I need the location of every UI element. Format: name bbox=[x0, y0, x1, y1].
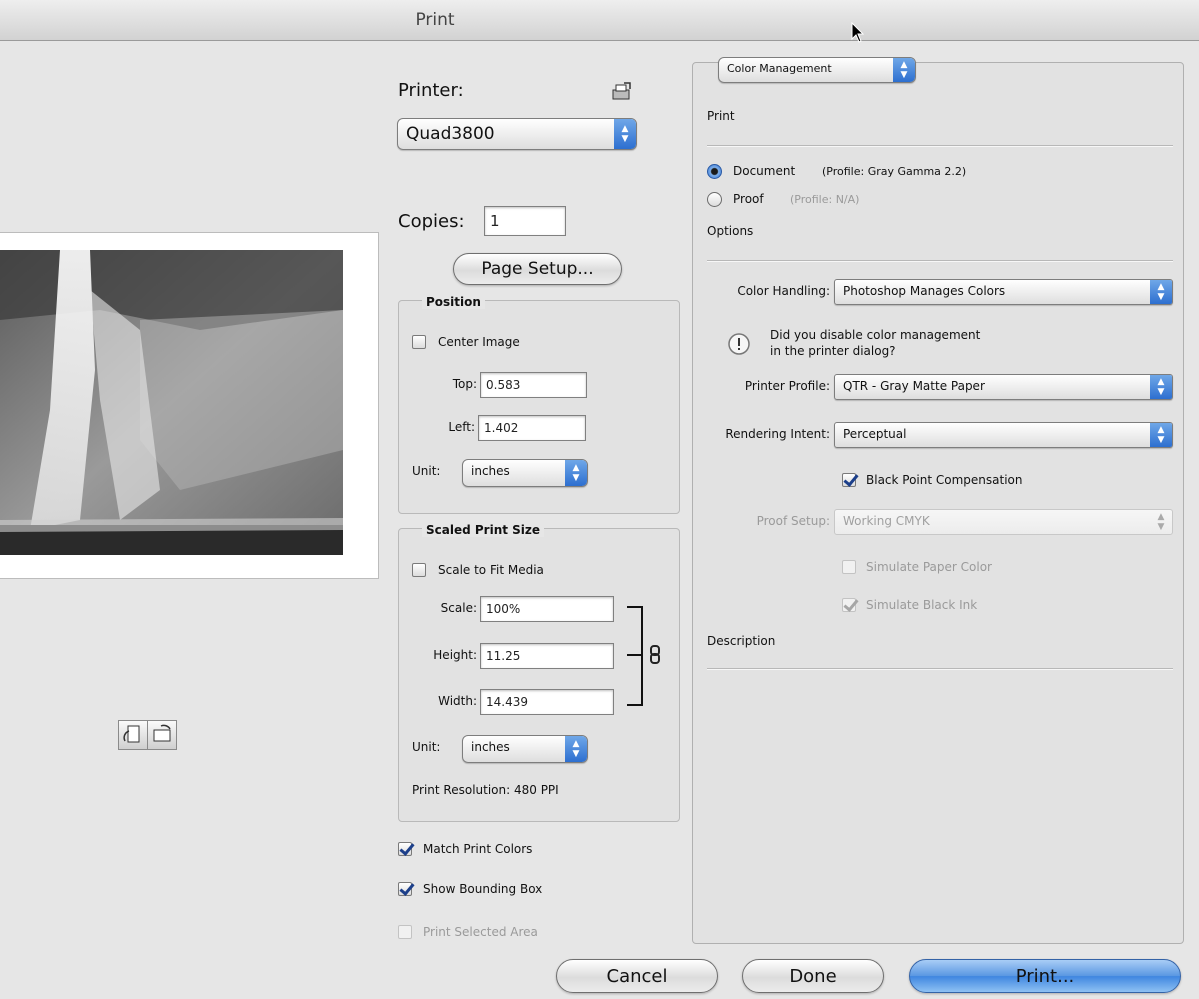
separator bbox=[707, 668, 1173, 670]
simulate-black-ink-label: Simulate Black Ink bbox=[866, 598, 978, 612]
height-input[interactable] bbox=[481, 644, 613, 668]
show-bounding-box-label: Show Bounding Box bbox=[423, 882, 543, 896]
proof-radio[interactable] bbox=[707, 192, 722, 207]
options-section-header: Options bbox=[707, 224, 754, 238]
position-unit-label: Unit: bbox=[412, 464, 441, 478]
scaled-unit-label: Unit: bbox=[412, 740, 441, 754]
popup-arrows-icon: ▲ ▼ bbox=[1150, 375, 1172, 399]
copies-label: Copies: bbox=[398, 211, 465, 232]
center-image-checkbox[interactable] bbox=[412, 335, 426, 349]
position-unit-value: inches bbox=[471, 464, 510, 478]
proof-setup-label: Proof Setup: bbox=[756, 514, 830, 528]
rendering-intent-popup[interactable]: Perceptual ▲ ▼ bbox=[834, 422, 1173, 448]
done-button[interactable]: Done bbox=[742, 959, 884, 993]
scaled-group-title: Scaled Print Size bbox=[422, 523, 545, 537]
preview-image bbox=[0, 250, 343, 555]
print-button[interactable]: Print... bbox=[909, 959, 1181, 993]
proof-profile: (Profile: N/A) bbox=[790, 193, 860, 206]
position-unit-popup[interactable]: inches ▲ ▼ bbox=[462, 459, 588, 487]
chain-link-icon[interactable] bbox=[649, 645, 661, 665]
section-popup[interactable]: Color Management ▲ ▼ bbox=[718, 57, 916, 83]
constrain-bracket-mid bbox=[627, 654, 641, 656]
printer-profile-label: Printer Profile: bbox=[744, 379, 830, 393]
document-profile: (Profile: Gray Gamma 2.2) bbox=[822, 165, 967, 178]
top-label: Top: bbox=[452, 377, 477, 391]
simulate-paper-color-checkbox[interactable] bbox=[842, 560, 856, 574]
print-resolution: Print Resolution: 480 PPI bbox=[412, 783, 559, 797]
rendering-intent-label: Rendering Intent: bbox=[725, 427, 830, 441]
proof-setup-popup[interactable]: Working CMYK ▲ ▼ bbox=[834, 509, 1173, 535]
printer-label: Printer: bbox=[398, 80, 464, 101]
height-label: Height: bbox=[433, 648, 477, 662]
window-title: Print bbox=[415, 10, 455, 30]
scaled-unit-popup[interactable]: inches ▲ ▼ bbox=[462, 735, 588, 763]
width-input[interactable] bbox=[481, 690, 613, 714]
black-point-compensation-checkbox[interactable] bbox=[842, 473, 856, 487]
scaled-unit-value: inches bbox=[471, 740, 510, 754]
popup-arrows-icon: ▲ ▼ bbox=[614, 119, 636, 149]
scale-input[interactable] bbox=[481, 597, 613, 621]
print-section-header: Print bbox=[707, 109, 735, 123]
info-exclamation-icon bbox=[728, 333, 750, 355]
simulate-paper-color-label: Simulate Paper Color bbox=[866, 560, 992, 574]
popup-arrows-icon: ▲ ▼ bbox=[1157, 512, 1165, 532]
page-setup-button[interactable]: Page Setup... bbox=[453, 253, 622, 285]
black-point-compensation-label: Black Point Compensation bbox=[866, 473, 1023, 487]
proof-setup-value: Working CMYK bbox=[843, 514, 930, 528]
left-input[interactable] bbox=[479, 416, 585, 440]
popup-arrows-icon: ▲ ▼ bbox=[1150, 423, 1172, 447]
printer-utility-icon[interactable] bbox=[610, 82, 632, 102]
width-label: Width: bbox=[438, 694, 477, 708]
separator bbox=[707, 145, 1173, 147]
scale-to-fit-checkbox[interactable] bbox=[412, 563, 426, 577]
description-section-header: Description bbox=[707, 634, 776, 648]
match-print-colors-checkbox[interactable] bbox=[398, 842, 412, 856]
cancel-button[interactable]: Cancel bbox=[556, 959, 718, 993]
popup-arrows-icon: ▲ ▼ bbox=[565, 460, 587, 486]
scale-label: Scale: bbox=[440, 601, 477, 615]
print-selected-area-checkbox[interactable] bbox=[398, 925, 412, 939]
arrow-cursor-icon bbox=[851, 22, 865, 43]
print-selected-area-label: Print Selected Area bbox=[423, 925, 538, 939]
scale-field[interactable] bbox=[480, 596, 614, 622]
width-field[interactable] bbox=[480, 689, 614, 715]
warning-line-1: Did you disable color management bbox=[770, 328, 981, 342]
top-field[interactable] bbox=[480, 372, 587, 398]
show-bounding-box-checkbox[interactable] bbox=[398, 882, 412, 896]
top-input[interactable] bbox=[481, 373, 586, 397]
position-group-title: Position bbox=[422, 295, 485, 309]
section-popup-value: Color Management bbox=[727, 62, 832, 75]
constrain-bracket bbox=[627, 606, 643, 706]
portrait-orientation-icon[interactable] bbox=[118, 720, 148, 750]
popup-arrows-icon: ▲ ▼ bbox=[565, 736, 587, 762]
height-field[interactable] bbox=[480, 643, 614, 669]
color-management-panel bbox=[692, 62, 1184, 944]
match-print-colors-label: Match Print Colors bbox=[423, 842, 533, 856]
printer-popup[interactable]: Quad3800 ▲ ▼ bbox=[397, 118, 637, 150]
copies-field[interactable] bbox=[484, 206, 566, 236]
printer-popup-value: Quad3800 bbox=[406, 124, 495, 144]
left-field[interactable] bbox=[478, 415, 586, 441]
scale-to-fit-label: Scale to Fit Media bbox=[438, 563, 544, 577]
simulate-black-ink-checkbox[interactable] bbox=[842, 598, 856, 612]
popup-arrows-icon: ▲ ▼ bbox=[893, 58, 915, 82]
center-image-label: Center Image bbox=[438, 335, 520, 349]
printer-profile-value: QTR - Gray Matte Paper bbox=[843, 379, 985, 393]
document-label: Document bbox=[733, 164, 796, 178]
printer-profile-popup[interactable]: QTR - Gray Matte Paper ▲ ▼ bbox=[834, 374, 1173, 400]
separator bbox=[707, 260, 1173, 262]
popup-arrows-icon: ▲ ▼ bbox=[1150, 280, 1172, 304]
document-radio[interactable] bbox=[707, 164, 722, 179]
warning-line-2: in the printer dialog? bbox=[770, 344, 896, 358]
color-handling-label: Color Handling: bbox=[737, 284, 830, 298]
rendering-intent-value: Perceptual bbox=[843, 427, 907, 441]
copies-input[interactable] bbox=[485, 207, 565, 235]
color-handling-popup[interactable]: Photoshop Manages Colors ▲ ▼ bbox=[834, 279, 1173, 305]
proof-label: Proof bbox=[733, 192, 764, 206]
color-handling-value: Photoshop Manages Colors bbox=[843, 284, 1006, 298]
landscape-orientation-icon[interactable] bbox=[147, 720, 177, 750]
left-label: Left: bbox=[448, 420, 475, 434]
